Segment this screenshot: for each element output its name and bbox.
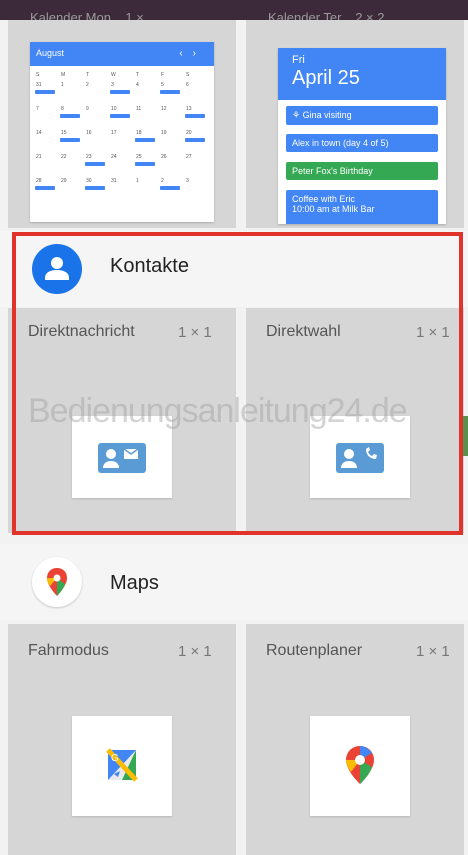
- calendar-day-cell: 2: [161, 178, 164, 184]
- calendar-day-cell: 24: [111, 154, 117, 160]
- svg-text:G: G: [111, 753, 119, 764]
- scroll-edge-indicator: [463, 416, 468, 456]
- calendar-event-bar: [135, 162, 155, 166]
- calendar-event-bar: [160, 186, 180, 190]
- calendar-day-cell: 23: [86, 154, 92, 160]
- calendar-day-cell: 2: [86, 82, 89, 88]
- calendar-event-bar: [110, 114, 130, 118]
- calendar-weekday: S: [186, 72, 190, 78]
- widget-label: Direktnachricht: [28, 323, 135, 340]
- calendar-event-bar: [135, 138, 155, 142]
- contacts-section-header: Kontakte: [0, 231, 468, 307]
- calendar-weekday: W: [111, 72, 116, 78]
- calendar-day-cell: 3: [186, 178, 189, 184]
- calendar-month-grid: S M T W T F S 31 1 2 3 4 5 6 7 8 9 10 11 12 13 14 15 16 17 18 19 20…: [34, 72, 210, 218]
- calendar-day-cell: 14: [36, 130, 42, 136]
- calendar-event-bar: [110, 90, 130, 94]
- widget-label: Routenplaner: [266, 642, 363, 659]
- calendar-day-cell: 29: [61, 178, 67, 184]
- calendar-month-header: August ‹›: [30, 42, 214, 66]
- calendar-event-bar: [35, 90, 55, 94]
- calendar-event: ⚘ Gina visiting: [286, 106, 438, 125]
- calendar-event-title: Coffee with Eric: [292, 194, 355, 204]
- calendar-day-cell: 11: [136, 106, 142, 112]
- calendar-day-cell: 27: [186, 154, 192, 160]
- calendar-day-cell: 5: [161, 82, 164, 88]
- calendar-event-bar: [85, 186, 105, 190]
- contacts-app-icon: [32, 244, 82, 294]
- maps-section-title: Maps: [110, 572, 159, 594]
- widget-label: Fahrmodus: [28, 642, 109, 659]
- calendar-day-header: Fri April 25: [278, 48, 446, 100]
- chevron-right-icon: ›: [192, 48, 206, 59]
- maps-app-icon: [32, 557, 82, 607]
- contacts-section-title: Kontakte: [110, 255, 189, 277]
- calendar-event-bar: [35, 186, 55, 190]
- calendar-month-preview: August ‹› S M T W T F S 31 1 2 3 4 5 6 7 8 9 10 11 12 13 14 15…: [30, 42, 214, 222]
- calendar-event: Peter Fox's Birthday: [286, 162, 438, 180]
- calendar-day-cell: 19: [161, 130, 167, 136]
- calendar-weekday: S: [36, 72, 40, 78]
- calendar-day-cell: 31: [111, 178, 117, 184]
- calendar-nav: ‹›: [179, 48, 206, 59]
- calendar-day-cell: 25: [136, 154, 142, 160]
- calendar-day-cell: 8: [61, 106, 64, 112]
- calendar-day-cell: 6: [186, 82, 189, 88]
- calendar-weekday: M: [61, 72, 66, 78]
- calendar-day-cell: 12: [161, 106, 167, 112]
- chevron-left-icon: ‹: [179, 48, 193, 59]
- calendar-day-cell: 18: [136, 130, 142, 136]
- calendar-day-date: April 25: [292, 67, 360, 89]
- calendar-day-preview: Fri April 25 ⚘ Gina visiting Alex in tow…: [278, 48, 446, 224]
- calendar-day-cell: 15: [61, 130, 67, 136]
- widget-preview: [310, 716, 410, 816]
- driving-mode-icon: G: [106, 748, 138, 782]
- calendar-day-cell: 1: [136, 178, 139, 184]
- calendar-weekday: T: [86, 72, 90, 78]
- calendar-day-cell: 13: [186, 106, 192, 112]
- calendar-day-cell: 17: [111, 130, 117, 136]
- maps-section-header: Maps: [0, 544, 468, 620]
- calendar-day-weekday: Fri: [292, 54, 305, 66]
- calendar-day-cell: 28: [36, 178, 42, 184]
- calendar-day-cell: 10: [111, 106, 117, 112]
- widget-size: 1 × 1: [178, 643, 212, 660]
- calendar-day-cell: 3: [111, 82, 114, 88]
- widget-preview: G: [72, 716, 172, 816]
- watermark: Bedienungsanleitung24.de: [28, 392, 408, 430]
- calendar-day-cell: 26: [161, 154, 167, 160]
- calendar-day-cell: 7: [36, 106, 39, 112]
- calendar-day-cell: 16: [86, 130, 92, 136]
- calendar-day-cell: 9: [86, 106, 89, 112]
- calendar-event-subtitle: 10:00 am at Milk Bar: [292, 204, 375, 214]
- calendar-weekday: T: [136, 72, 140, 78]
- calendar-event-bar: [185, 138, 205, 142]
- calendar-day-cell: 22: [61, 154, 67, 160]
- widget-fahrmodus[interactable]: Fahrmodus 1 × 1 G: [8, 624, 236, 855]
- calendar-event-bar: [60, 114, 80, 118]
- calendar-day-cell: 30: [86, 178, 92, 184]
- calendar-weekday: F: [161, 72, 165, 78]
- calendar-event-bar: [85, 162, 105, 166]
- widget-label: Direktwahl: [266, 323, 341, 340]
- widget-size: 1 × 1: [416, 643, 450, 660]
- calendar-event-bar: [185, 114, 205, 118]
- map-pin-icon: [346, 746, 374, 784]
- widget-routenplaner[interactable]: Routenplaner 1 × 1: [246, 624, 464, 855]
- calendar-day-cell: 4: [136, 82, 139, 88]
- calendar-day-cell: 21: [36, 154, 42, 160]
- widget-size: 1 × 1: [416, 324, 450, 341]
- calendar-event-bar: [60, 138, 80, 142]
- calendar-event: Alex in town (day 4 of 5): [286, 134, 438, 152]
- calendar-event: Coffee with Eric 10:00 am at Milk Bar: [286, 190, 438, 224]
- calendar-day-cell: 20: [186, 130, 192, 136]
- calendar-day-cell: 1: [61, 82, 64, 88]
- calendar-event-bar: [160, 90, 180, 94]
- calendar-day-cell: 31: [36, 82, 42, 88]
- widget-size: 1 × 1: [178, 324, 212, 341]
- calendar-month-title: August: [36, 48, 65, 58]
